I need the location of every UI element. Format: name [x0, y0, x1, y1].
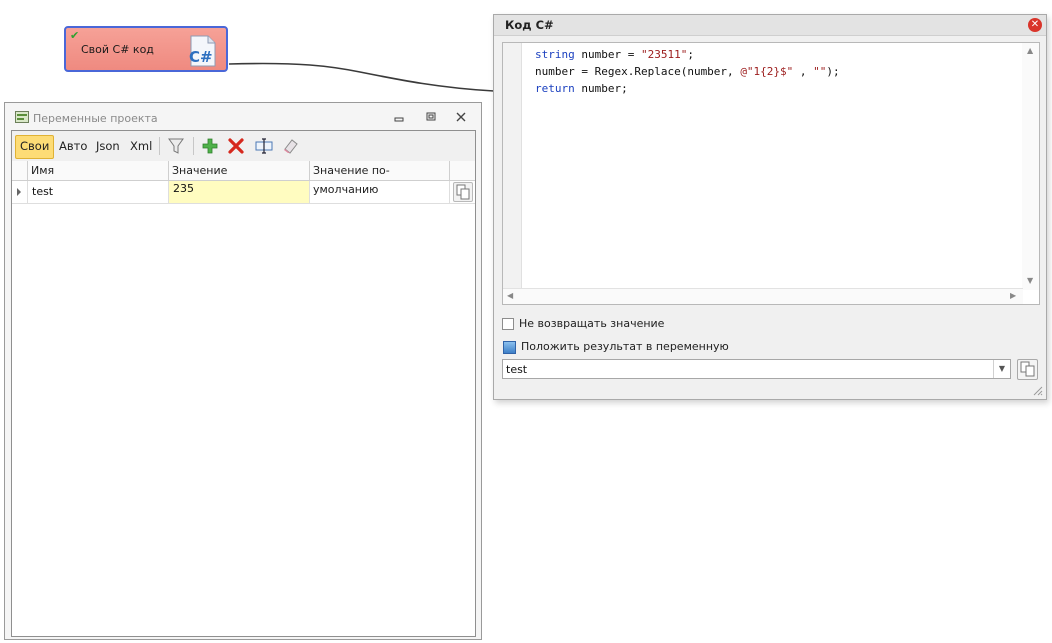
- code-token: number = Regex.Replace(number,: [535, 65, 741, 78]
- code-string: @"1{2}$": [740, 65, 794, 78]
- row-arrow-icon: [17, 188, 21, 196]
- minimize-icon: [394, 117, 404, 122]
- csharp-code-window: Код C# ✕ string number = "23511"; number …: [493, 14, 1047, 400]
- scroll-right-icon[interactable]: ▶: [1010, 291, 1016, 300]
- column-default-value[interactable]: Значение по-умолчанию: [310, 161, 450, 196]
- no-return-checkbox[interactable]: [502, 318, 514, 330]
- copy-variable-button[interactable]: [453, 182, 473, 202]
- tab-xml[interactable]: Xml: [126, 135, 156, 157]
- code-line[interactable]: string number = "23511";: [535, 46, 840, 63]
- code-string: "23511": [640, 48, 688, 61]
- restore-button[interactable]: [423, 111, 439, 125]
- node-title: Свой C# код: [81, 43, 154, 56]
- rename-icon[interactable]: [255, 137, 273, 155]
- variable-value-cell[interactable]: 235: [169, 181, 310, 203]
- code-line[interactable]: return number;: [535, 80, 840, 97]
- row-selector[interactable]: [12, 181, 28, 203]
- table-row[interactable]: test 235: [12, 181, 475, 204]
- code-text[interactable]: string number = "23511"; number = Regex.R…: [535, 46, 840, 97]
- svg-text:C#: C#: [189, 48, 213, 66]
- variable-name-cell[interactable]: test: [28, 181, 169, 203]
- variables-icon: [15, 111, 29, 123]
- code-token: ,: [793, 65, 814, 78]
- result-variable-value: test: [506, 363, 528, 376]
- result-variable-select[interactable]: test ▼: [502, 359, 1011, 379]
- vertical-scrollbar[interactable]: ▲ ▼: [1022, 43, 1039, 290]
- panel-title: Переменные проекта: [33, 112, 158, 125]
- filter-icon[interactable]: [167, 137, 185, 155]
- copy-result-button[interactable]: [1017, 359, 1038, 380]
- tab-json[interactable]: Json: [92, 135, 124, 157]
- tab-own[interactable]: Свои: [15, 135, 55, 159]
- code-keyword: return: [535, 82, 575, 95]
- variables-toolbar: Свои Авто Json Xml: [12, 131, 475, 162]
- variables-grid-header: Имя Значение Значение по-умолчанию: [12, 161, 475, 196]
- chevron-down-icon[interactable]: ▼: [993, 360, 1010, 378]
- close-icon: [456, 112, 466, 122]
- code-token: number;: [574, 82, 628, 95]
- column-value[interactable]: Значение: [169, 161, 310, 180]
- variables-content: Свои Авто Json Xml Имя Значение Значение…: [11, 130, 476, 637]
- horizontal-scrollbar[interactable]: ◀ ▶: [503, 288, 1023, 304]
- clear-icon[interactable]: [282, 137, 300, 155]
- scroll-up-icon[interactable]: ▲: [1027, 46, 1033, 55]
- csharp-file-icon: C#: [189, 35, 216, 67]
- code-token: ;: [687, 48, 694, 61]
- copy-icon: [456, 184, 470, 200]
- code-token: number =: [574, 48, 641, 61]
- check-icon: ✔: [70, 29, 80, 42]
- project-variables-panel: Переменные проекта Свои Авто Json Xml Им…: [4, 102, 482, 640]
- close-icon: ✕: [1030, 19, 1040, 30]
- row-header-cell: [12, 161, 28, 180]
- toolbar-divider: [193, 137, 194, 155]
- delete-icon[interactable]: [227, 137, 245, 155]
- csharp-node[interactable]: ✔ Свой C# код C#: [64, 26, 228, 72]
- scroll-left-icon[interactable]: ◀: [507, 291, 513, 300]
- add-icon[interactable]: [201, 137, 219, 155]
- panel-titlebar: Переменные проекта: [5, 103, 481, 133]
- resize-grip-icon[interactable]: [1031, 384, 1043, 396]
- code-string: "": [813, 65, 827, 78]
- put-result-label: Положить результат в переменную: [521, 340, 729, 353]
- code-line[interactable]: number = Regex.Replace(number, @"1{2}$" …: [535, 63, 840, 80]
- restore-icon: [426, 112, 436, 121]
- code-window-titlebar: Код C# ✕: [494, 15, 1046, 36]
- close-panel-button[interactable]: [453, 111, 469, 125]
- no-return-label: Не возвращать значение: [519, 317, 665, 330]
- code-window-title: Код C#: [505, 18, 554, 32]
- tab-auto[interactable]: Авто: [55, 135, 91, 157]
- code-token: );: [826, 65, 840, 78]
- column-name[interactable]: Имя: [28, 161, 169, 180]
- variable-default-cell[interactable]: [310, 181, 450, 203]
- scroll-down-icon[interactable]: ▼: [1027, 276, 1033, 285]
- code-keyword: string: [535, 48, 575, 61]
- toolbar-divider: [159, 137, 160, 155]
- variable-icon: [503, 341, 516, 354]
- close-code-window-button[interactable]: ✕: [1028, 18, 1042, 32]
- editor-gutter: [503, 43, 522, 290]
- minimize-button[interactable]: [391, 111, 407, 125]
- copy-icon: [1020, 361, 1035, 377]
- code-editor[interactable]: string number = "23511"; number = Regex.R…: [502, 42, 1040, 305]
